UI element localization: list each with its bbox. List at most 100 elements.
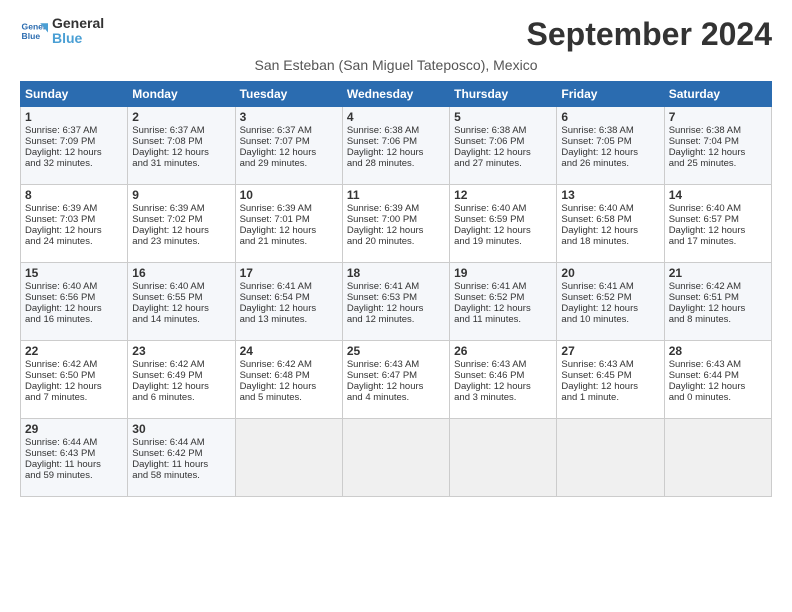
calendar-cell: 17Sunrise: 6:41 AMSunset: 6:54 PMDayligh… <box>235 263 342 341</box>
day-info: Sunrise: 6:37 AM <box>25 125 123 136</box>
logo-icon: General Blue <box>20 17 48 45</box>
day-info: and 29 minutes. <box>240 158 338 169</box>
day-info: Sunrise: 6:41 AM <box>454 281 552 292</box>
day-info: Daylight: 12 hours <box>561 225 659 236</box>
day-info: Sunset: 7:09 PM <box>25 136 123 147</box>
day-info: Daylight: 12 hours <box>240 147 338 158</box>
calendar-cell: 12Sunrise: 6:40 AMSunset: 6:59 PMDayligh… <box>450 185 557 263</box>
calendar-cell <box>235 419 342 497</box>
column-header-friday: Friday <box>557 82 664 107</box>
day-number: 29 <box>25 422 123 436</box>
day-info: Sunrise: 6:43 AM <box>347 359 445 370</box>
day-number: 25 <box>347 344 445 358</box>
day-info: Sunrise: 6:39 AM <box>347 203 445 214</box>
day-info: and 27 minutes. <box>454 158 552 169</box>
day-info: Sunrise: 6:38 AM <box>561 125 659 136</box>
day-info: Sunrise: 6:40 AM <box>25 281 123 292</box>
day-info: Sunset: 6:59 PM <box>454 214 552 225</box>
day-info: and 20 minutes. <box>347 236 445 247</box>
day-info: Sunrise: 6:38 AM <box>454 125 552 136</box>
day-info: and 8 minutes. <box>669 314 767 325</box>
day-info: Sunset: 7:01 PM <box>240 214 338 225</box>
day-info: Sunset: 7:08 PM <box>132 136 230 147</box>
calendar-cell: 8Sunrise: 6:39 AMSunset: 7:03 PMDaylight… <box>21 185 128 263</box>
logo-text2: Blue <box>52 31 104 46</box>
day-info: Sunset: 7:06 PM <box>454 136 552 147</box>
calendar-cell: 2Sunrise: 6:37 AMSunset: 7:08 PMDaylight… <box>128 107 235 185</box>
day-info: Sunset: 7:06 PM <box>347 136 445 147</box>
day-info: Daylight: 12 hours <box>25 303 123 314</box>
day-number: 19 <box>454 266 552 280</box>
week-row-2: 15Sunrise: 6:40 AMSunset: 6:56 PMDayligh… <box>21 263 772 341</box>
day-info: Daylight: 12 hours <box>132 381 230 392</box>
day-info: Sunrise: 6:39 AM <box>240 203 338 214</box>
day-info: and 19 minutes. <box>454 236 552 247</box>
day-info: and 6 minutes. <box>132 392 230 403</box>
day-info: and 0 minutes. <box>669 392 767 403</box>
day-number: 28 <box>669 344 767 358</box>
day-number: 9 <box>132 188 230 202</box>
day-info: Sunrise: 6:42 AM <box>25 359 123 370</box>
day-number: 21 <box>669 266 767 280</box>
day-info: and 21 minutes. <box>240 236 338 247</box>
day-info: Sunset: 7:00 PM <box>347 214 445 225</box>
day-info: Sunset: 6:50 PM <box>25 370 123 381</box>
calendar-cell: 11Sunrise: 6:39 AMSunset: 7:00 PMDayligh… <box>342 185 449 263</box>
day-info: Sunset: 7:03 PM <box>25 214 123 225</box>
calendar-cell: 20Sunrise: 6:41 AMSunset: 6:52 PMDayligh… <box>557 263 664 341</box>
day-info: and 1 minute. <box>561 392 659 403</box>
day-info: Sunset: 7:04 PM <box>669 136 767 147</box>
day-number: 3 <box>240 110 338 124</box>
day-number: 27 <box>561 344 659 358</box>
day-info: Sunset: 6:52 PM <box>561 292 659 303</box>
day-info: Sunset: 6:44 PM <box>669 370 767 381</box>
day-number: 13 <box>561 188 659 202</box>
day-info: Sunrise: 6:40 AM <box>669 203 767 214</box>
week-row-0: 1Sunrise: 6:37 AMSunset: 7:09 PMDaylight… <box>21 107 772 185</box>
day-info: and 58 minutes. <box>132 470 230 481</box>
day-number: 16 <box>132 266 230 280</box>
day-info: Sunset: 6:42 PM <box>132 448 230 459</box>
day-info: and 7 minutes. <box>25 392 123 403</box>
column-header-thursday: Thursday <box>450 82 557 107</box>
calendar-cell: 4Sunrise: 6:38 AMSunset: 7:06 PMDaylight… <box>342 107 449 185</box>
calendar-cell: 18Sunrise: 6:41 AMSunset: 6:53 PMDayligh… <box>342 263 449 341</box>
day-number: 4 <box>347 110 445 124</box>
day-number: 8 <box>25 188 123 202</box>
day-number: 7 <box>669 110 767 124</box>
day-number: 2 <box>132 110 230 124</box>
day-info: and 18 minutes. <box>561 236 659 247</box>
column-header-wednesday: Wednesday <box>342 82 449 107</box>
day-info: and 16 minutes. <box>25 314 123 325</box>
calendar-cell: 13Sunrise: 6:40 AMSunset: 6:58 PMDayligh… <box>557 185 664 263</box>
day-info: Daylight: 12 hours <box>669 303 767 314</box>
day-number: 23 <box>132 344 230 358</box>
day-info: Sunset: 6:53 PM <box>347 292 445 303</box>
day-info: and 14 minutes. <box>132 314 230 325</box>
day-info: and 28 minutes. <box>347 158 445 169</box>
day-info: Daylight: 12 hours <box>454 225 552 236</box>
day-info: Sunrise: 6:37 AM <box>132 125 230 136</box>
calendar-cell: 28Sunrise: 6:43 AMSunset: 6:44 PMDayligh… <box>664 341 771 419</box>
day-info: Sunset: 6:57 PM <box>669 214 767 225</box>
day-number: 26 <box>454 344 552 358</box>
day-info: and 10 minutes. <box>561 314 659 325</box>
day-info: Sunset: 6:56 PM <box>25 292 123 303</box>
calendar-cell <box>557 419 664 497</box>
calendar-table: SundayMondayTuesdayWednesdayThursdayFrid… <box>20 81 772 497</box>
calendar-cell: 27Sunrise: 6:43 AMSunset: 6:45 PMDayligh… <box>557 341 664 419</box>
day-info: and 25 minutes. <box>669 158 767 169</box>
day-info: and 26 minutes. <box>561 158 659 169</box>
week-row-3: 22Sunrise: 6:42 AMSunset: 6:50 PMDayligh… <box>21 341 772 419</box>
day-number: 1 <box>25 110 123 124</box>
day-info: Sunrise: 6:41 AM <box>240 281 338 292</box>
day-info: Sunrise: 6:40 AM <box>561 203 659 214</box>
day-info: Daylight: 12 hours <box>25 225 123 236</box>
day-info: Daylight: 12 hours <box>347 147 445 158</box>
day-number: 12 <box>454 188 552 202</box>
calendar-cell: 1Sunrise: 6:37 AMSunset: 7:09 PMDaylight… <box>21 107 128 185</box>
day-info: Daylight: 12 hours <box>561 381 659 392</box>
day-info: Daylight: 12 hours <box>454 147 552 158</box>
day-info: Sunrise: 6:41 AM <box>561 281 659 292</box>
day-info: Daylight: 12 hours <box>454 303 552 314</box>
